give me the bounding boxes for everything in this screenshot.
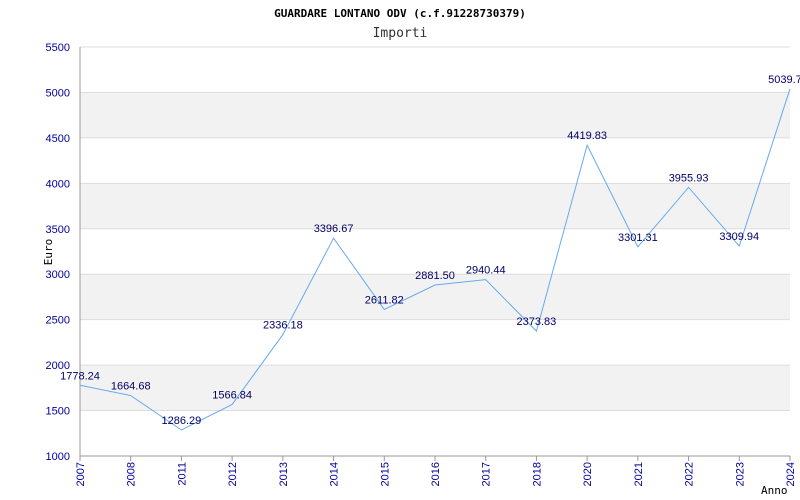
x-tick-label: 2011 bbox=[176, 462, 188, 486]
data-label: 1664.68 bbox=[111, 381, 151, 393]
x-tick-label: 2014 bbox=[329, 462, 341, 486]
x-tick-label: 2024 bbox=[785, 462, 797, 486]
data-label: 3301.31 bbox=[618, 232, 658, 244]
data-label: 2940.44 bbox=[466, 265, 506, 277]
x-tick-label: 2007 bbox=[75, 462, 87, 486]
x-tick-label: 2012 bbox=[227, 462, 239, 486]
y-axis-label: Euro bbox=[42, 239, 55, 266]
data-label: 3309.94 bbox=[719, 231, 759, 243]
x-tick-label: 2013 bbox=[278, 462, 290, 486]
data-label: 1778.24 bbox=[60, 370, 100, 382]
x-tick-label: 2020 bbox=[582, 462, 594, 486]
data-label: 5039.7 bbox=[768, 74, 800, 86]
y-tick-label: 5500 bbox=[46, 42, 70, 54]
x-tick-label: 2018 bbox=[531, 462, 543, 486]
x-tick-label: 2022 bbox=[684, 462, 696, 486]
data-label: 2336.18 bbox=[263, 320, 303, 332]
x-tick-label: 2023 bbox=[734, 462, 746, 486]
band bbox=[80, 92, 790, 138]
band bbox=[80, 183, 790, 229]
data-label: 2611.82 bbox=[365, 295, 404, 307]
background-bands bbox=[80, 92, 790, 411]
data-label: 3955.93 bbox=[669, 172, 709, 184]
x-tick-label: 2021 bbox=[633, 462, 645, 486]
data-label: 2881.50 bbox=[415, 270, 455, 282]
data-label: 1566.84 bbox=[212, 389, 252, 401]
data-label: 4419.83 bbox=[567, 130, 607, 142]
x-axis-label: Anno bbox=[761, 484, 788, 497]
data-label: 3396.67 bbox=[314, 223, 354, 235]
chart-subtitle: Importi bbox=[373, 26, 428, 41]
y-tick-label: 4500 bbox=[46, 133, 70, 145]
y-tick-label: 3000 bbox=[46, 269, 70, 281]
data-label: 2373.83 bbox=[517, 316, 557, 328]
x-tick-label: 2008 bbox=[126, 462, 138, 486]
y-tick-label: 4000 bbox=[46, 178, 70, 190]
data-label: 1286.29 bbox=[162, 415, 202, 427]
line-chart: 1000150020002500300035004000450050005500… bbox=[42, 7, 800, 497]
y-tick-label: 3500 bbox=[46, 224, 70, 236]
x-tick-label: 2016 bbox=[430, 462, 442, 486]
chart-title: GUARDARE LONTANO ODV (c.f.91228730379) bbox=[274, 7, 526, 20]
y-tick-label: 1500 bbox=[46, 406, 70, 418]
y-tick-label: 2500 bbox=[46, 315, 70, 327]
x-tick-label: 2015 bbox=[379, 462, 391, 486]
y-tick-label: 5000 bbox=[46, 87, 70, 99]
x-tick-label: 2017 bbox=[481, 462, 493, 486]
band bbox=[80, 365, 790, 411]
x-tick-labels: 2007 2008 2011 2012 2013 2014 2015 2016 2017 2018… bbox=[75, 456, 797, 486]
y-tick-label: 1000 bbox=[46, 451, 70, 463]
